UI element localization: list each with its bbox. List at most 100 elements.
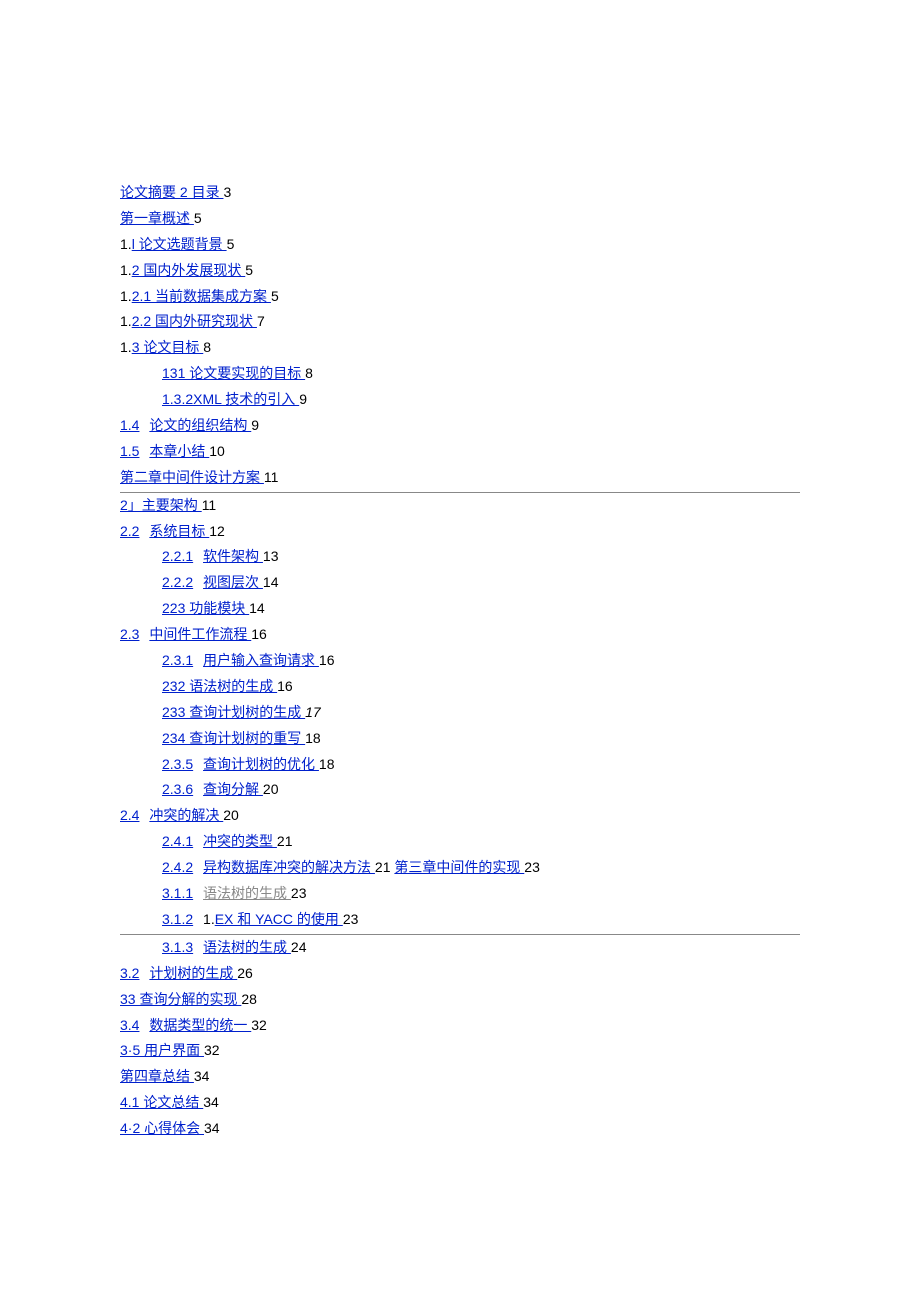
toc-link-ch4[interactable]: 第四章总结 [120, 1068, 194, 1084]
toc-num-2-3-6[interactable]: 2.3.6 [162, 781, 193, 797]
toc-link-131[interactable]: 131 论文要实现的目标 [162, 365, 305, 381]
toc-num-2-2[interactable]: 2.2 [120, 523, 139, 539]
toc-entry: 2.3 中间件工作流程 16 [120, 622, 800, 648]
page-number: 21 [375, 859, 391, 875]
toc-num-2-4[interactable]: 2.4 [120, 807, 139, 823]
toc-num-3-2[interactable]: 3.2 [120, 965, 139, 981]
toc-entry: 1.2.2 国内外研究现状 7 [120, 309, 800, 335]
toc-entry: 4·2 心得体会 34 [120, 1116, 800, 1142]
toc-link-2-2-2[interactable]: 视图层次 [203, 574, 263, 590]
toc-entry: 3.1.3 语法树的生成 24 [120, 935, 800, 961]
page-number: 10 [209, 443, 225, 459]
toc-link-2-3-6[interactable]: 查询分解 [203, 781, 263, 797]
page-number: 14 [249, 600, 265, 616]
toc-link-2-arch[interactable]: 2」主要架构 [120, 497, 202, 513]
toc-num-2-4-1[interactable]: 2.4.1 [162, 833, 193, 849]
toc-num-2-2-2[interactable]: 2.2.2 [162, 574, 193, 590]
toc-link-1-4[interactable]: 论文的组织结构 [149, 417, 251, 433]
page-number: 32 [251, 1017, 267, 1033]
toc-prefix: 1. [120, 236, 132, 252]
toc-link-1-5[interactable]: 本章小结 [149, 443, 209, 459]
page-number: 11 [264, 469, 279, 485]
toc-link-223[interactable]: 223 功能模块 [162, 600, 249, 616]
toc-entry: 232 语法树的生成 16 [120, 674, 800, 700]
toc-entry: 2」主要架构 11 [120, 493, 800, 519]
page-number: 5 [271, 288, 279, 304]
page-number: 5 [245, 262, 253, 278]
toc-link-3-4[interactable]: 数据类型的统一 [149, 1017, 251, 1033]
toc-link-1-3[interactable]: 3 论文目标 [132, 339, 204, 355]
toc-link-ch1[interactable]: 第一章概述 [120, 210, 194, 226]
toc-link-abstract[interactable]: 论文摘要 2 目录 [120, 184, 223, 200]
page-number: 16 [319, 652, 335, 668]
toc-entry: 1.5 本章小结 10 [120, 439, 800, 465]
toc-entry: 第二章中间件设计方案 11 [120, 465, 800, 493]
page-number: 32 [204, 1042, 220, 1058]
toc-entry: 233 查询计划树的生成 17 [120, 700, 800, 726]
toc-num-2-3-1[interactable]: 2.3.1 [162, 652, 193, 668]
page-number: 34 [194, 1068, 210, 1084]
toc-entry: 2.4.2 异构数据库冲突的解决方法 21 第三章中间件的实现 23 [120, 855, 800, 881]
page-number: 9 [299, 391, 307, 407]
toc-prefix: 1. [120, 288, 132, 304]
toc-num-2-4-2[interactable]: 2.4.2 [162, 859, 193, 875]
page-number: 12 [209, 523, 225, 539]
toc-link-2-3-1[interactable]: 用户输入查询请求 [203, 652, 319, 668]
toc-entry: 1.4 论文的组织结构 9 [120, 413, 800, 439]
toc-prefix: 1. [120, 313, 132, 329]
toc-link-3-1-1[interactable]: 语法树的生成 [203, 885, 291, 901]
toc-link-2-2-1[interactable]: 软件架构 [203, 548, 263, 564]
page-number: 20 [263, 781, 279, 797]
toc-num-3-4[interactable]: 3.4 [120, 1017, 139, 1033]
toc-num-3-1-3[interactable]: 3.1.3 [162, 939, 193, 955]
toc-num-2-3-5[interactable]: 2.3.5 [162, 756, 193, 772]
page-number: 13 [263, 548, 279, 564]
toc-prefix: 1. [120, 262, 132, 278]
toc-entry: 3.4 数据类型的统一 32 [120, 1013, 800, 1039]
toc-link-ch3[interactable]: 第三章中间件的实现 [394, 859, 524, 875]
toc-num-1-5[interactable]: 1.5 [120, 443, 139, 459]
toc-link-33[interactable]: 33 查询分解的实现 [120, 991, 241, 1007]
page-number: 21 [277, 833, 293, 849]
toc-link-2-4-1[interactable]: 冲突的类型 [203, 833, 277, 849]
toc-entry: 2.2.2 视图层次 14 [120, 570, 800, 596]
page-number: 8 [305, 365, 313, 381]
toc-entry: 2.3.1 用户输入查询请求 16 [120, 648, 800, 674]
toc-link-233[interactable]: 233 查询计划树的生成 [162, 704, 305, 720]
toc-link-3-2[interactable]: 计划树的生成 [149, 965, 237, 981]
toc-entry: 3·5 用户界面 32 [120, 1038, 800, 1064]
toc-link-1-2-2[interactable]: 2.2 国内外研究现状 [132, 313, 257, 329]
toc-link-2-4[interactable]: 冲突的解决 [149, 807, 223, 823]
toc-link-3-1-3[interactable]: 语法树的生成 [203, 939, 291, 955]
toc-link-1-2[interactable]: 2 国内外发展现状 [132, 262, 246, 278]
toc-link-3-1-2[interactable]: EX 和 YACC 的使用 [215, 911, 343, 927]
toc-link-234[interactable]: 234 查询计划树的重写 [162, 730, 305, 746]
page-number: 5 [194, 210, 202, 226]
toc-link-1-3-2[interactable]: 1.3.2XML 技术的引入 [162, 391, 299, 407]
page-number: 23 [524, 859, 540, 875]
toc-num-1-4[interactable]: 1.4 [120, 417, 139, 433]
toc-link-2-3[interactable]: 中间件工作流程 [149, 626, 251, 642]
toc-num-2-2-1[interactable]: 2.2.1 [162, 548, 193, 564]
toc-link-1-1[interactable]: l 论文选题背景 [132, 236, 227, 252]
toc-link-232[interactable]: 232 语法树的生成 [162, 678, 277, 694]
toc-link-2-4-2[interactable]: 异构数据库冲突的解决方法 [203, 859, 375, 875]
toc-entry: 2.2 系统目标 12 [120, 519, 800, 545]
toc-num-3-1-1[interactable]: 3.1.1 [162, 885, 193, 901]
toc-link-ch2[interactable]: 第二章中间件设计方案 [120, 469, 264, 485]
page-number: 23 [343, 911, 359, 927]
toc-link-4-2[interactable]: 4·2 心得体会 [120, 1120, 204, 1136]
toc-link-2-3-5[interactable]: 查询计划树的优化 [203, 756, 319, 772]
toc-num-2-3[interactable]: 2.3 [120, 626, 139, 642]
toc-link-1-2-1[interactable]: 2.1 当前数据集成方案 [132, 288, 271, 304]
toc-entry: 1.2.1 当前数据集成方案 5 [120, 284, 800, 310]
toc-link-2-2[interactable]: 系统目标 [149, 523, 209, 539]
page-number: 17 [305, 704, 321, 720]
toc-num-3-1-2[interactable]: 3.1.2 [162, 911, 193, 927]
toc-entry: 2.3.5 查询计划树的优化 18 [120, 752, 800, 778]
toc-link-4-1[interactable]: 4.1 论文总结 [120, 1094, 203, 1110]
page-number: 23 [291, 885, 307, 901]
page-number: 3 [223, 184, 231, 200]
page-number: 9 [251, 417, 259, 433]
toc-link-3-5[interactable]: 3·5 用户界面 [120, 1042, 204, 1058]
